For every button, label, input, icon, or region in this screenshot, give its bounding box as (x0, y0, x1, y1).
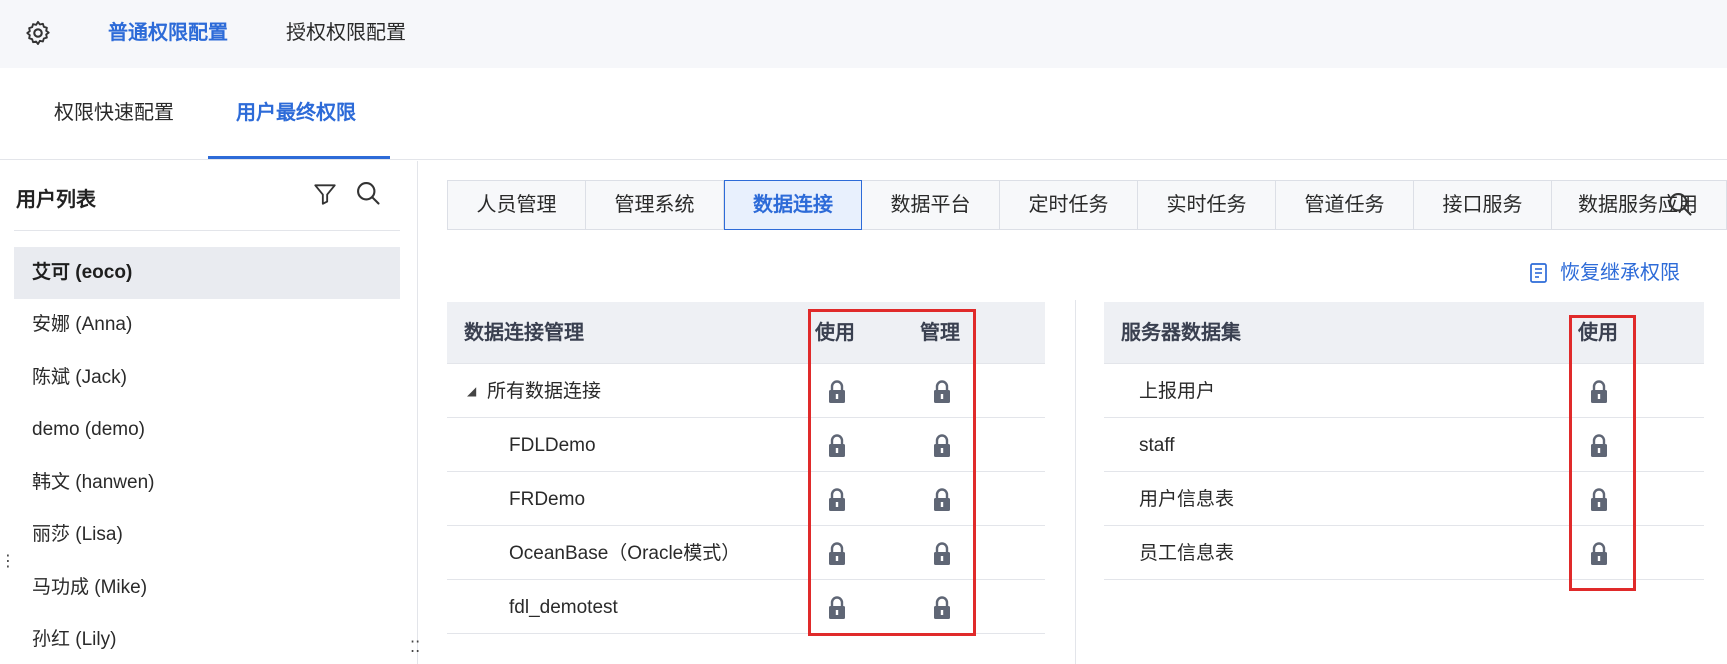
tab-data-platform[interactable]: 数据平台 (862, 181, 1000, 229)
row-label: 上报用户 (1139, 381, 1216, 402)
tab-personnel[interactable]: 人员管理 (448, 181, 586, 229)
user-list-panel: 用户列表 艾可 (eoco) 安娜 (Anna) 陈斌 (Jack) demo … (0, 161, 418, 664)
sub-tab-bar: 权限快速配置 用户最终权限 (0, 68, 1727, 160)
row-label: FDLDemo (509, 435, 596, 456)
user-list-title: 用户列表 (16, 189, 96, 211)
resize-handle-icon[interactable]: ⋮ (0, 554, 16, 570)
active-tab-indicator (208, 156, 390, 159)
row-label: fdl_demotest (509, 597, 618, 618)
tab-scheduled-task[interactable]: 定时任务 (1000, 181, 1138, 229)
list-item-user[interactable]: 孙红 (Lily) (14, 614, 400, 664)
tab-data-connection[interactable]: 数据连接 (724, 180, 862, 230)
resize-handle-icon[interactable]: ⁚⁚ (410, 640, 420, 656)
tab-data-service-app[interactable]: 数据服务应用 (1552, 181, 1722, 229)
tab-normal-permission[interactable]: 普通权限配置 (108, 18, 228, 48)
highlight-box-right (1569, 315, 1636, 591)
restore-icon[interactable] (1528, 262, 1550, 284)
search-icon[interactable] (354, 179, 382, 207)
highlight-box-left (808, 309, 976, 636)
row-label: FRDemo (509, 489, 586, 510)
row-label: OceanBase（Oracle模式） (509, 543, 741, 564)
panel-divider (1075, 300, 1076, 664)
list-item-user[interactable]: 陈斌 (Jack) (14, 352, 400, 404)
tab-quick-config[interactable]: 权限快速配置 (54, 98, 174, 128)
tab-realtime-task[interactable]: 实时任务 (1138, 181, 1276, 229)
tab-grant-permission[interactable]: 授权权限配置 (286, 18, 406, 48)
list-item-user[interactable]: demo (demo) (14, 404, 400, 456)
tab-management-system[interactable]: 管理系统 (586, 181, 724, 229)
tree-collapse-icon[interactable]: ◢ (467, 365, 476, 418)
divider (14, 230, 400, 231)
search-icon[interactable] (1666, 190, 1694, 218)
gear-icon[interactable] (24, 19, 52, 47)
restore-inherit-button[interactable]: 恢复继承权限 (1560, 258, 1680, 288)
tab-api-service[interactable]: 接口服务 (1414, 181, 1552, 229)
list-item-user[interactable]: 韩文 (hanwen) (14, 457, 400, 509)
row-label: 员工信息表 (1139, 543, 1235, 564)
list-item-user[interactable]: 艾可 (eoco) (14, 247, 400, 299)
tab-pipeline-task[interactable]: 管道任务 (1276, 181, 1414, 229)
row-label: 用户信息表 (1139, 489, 1235, 510)
list-item-user[interactable]: 安娜 (Anna) (14, 299, 400, 351)
row-label: staff (1139, 435, 1175, 456)
module-tab-bar: 人员管理 管理系统 数据连接 数据平台 定时任务 实时任务 管道任务 接口服务 … (447, 180, 1727, 230)
filter-icon[interactable] (312, 181, 338, 207)
top-bar: 普通权限配置 授权权限配置 (0, 0, 1727, 68)
list-item-user[interactable]: 马功成 (Mike) (14, 562, 400, 614)
column-header-name: 数据连接管理 (464, 322, 584, 344)
tab-user-final-permission[interactable]: 用户最终权限 (236, 98, 356, 128)
list-item-user[interactable]: 丽莎 (Lisa) (14, 509, 400, 561)
column-header-name: 服务器数据集 (1121, 322, 1241, 344)
row-label: 所有数据连接 (487, 381, 602, 402)
